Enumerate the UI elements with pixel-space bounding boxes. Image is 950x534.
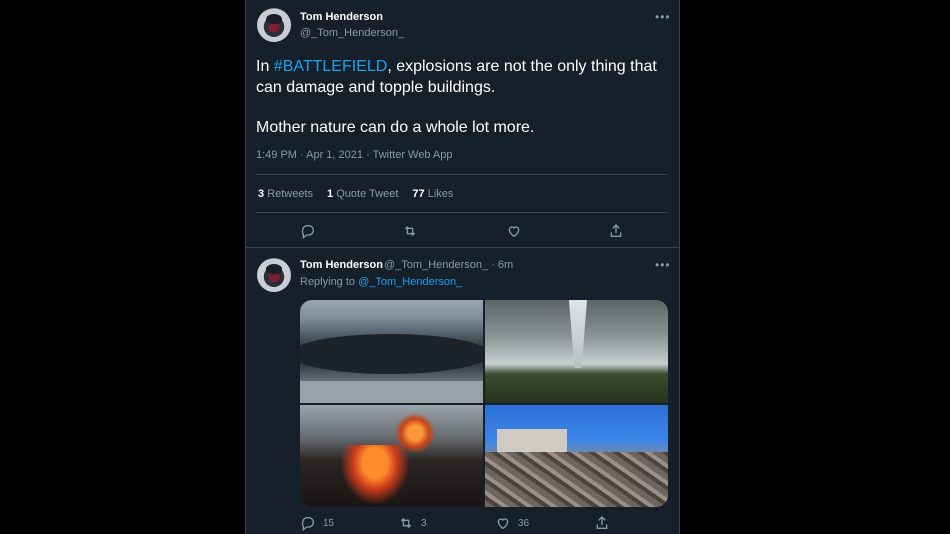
reply-time[interactable]: · 6m: [491, 259, 513, 271]
tweet-meta[interactable]: 1:49 PM · Apr 1, 2021 · Twitter Web App: [256, 149, 452, 161]
reply-author-avatar[interactable]: [257, 258, 291, 292]
replying-to-handle[interactable]: @_Tom_Henderson_: [358, 276, 462, 288]
media-grid: [300, 300, 668, 507]
retweet-icon[interactable]: [402, 223, 418, 239]
tsunami-image[interactable]: [300, 300, 483, 403]
volcano-image[interactable]: [300, 404, 483, 507]
reply-author-handle[interactable]: @_Tom_Henderson_ · 6m: [384, 259, 513, 271]
reply-share-icon[interactable]: [594, 515, 610, 531]
tornado-image[interactable]: [485, 300, 668, 403]
like-count: 36: [518, 518, 530, 529]
reply-retweet-icon[interactable]: [398, 515, 414, 531]
author-avatar[interactable]: [257, 8, 291, 42]
reply-like-icon[interactable]: [495, 515, 511, 531]
reply-author-name[interactable]: Tom Henderson: [300, 259, 383, 271]
like-icon[interactable]: [506, 223, 522, 239]
author-name[interactable]: Tom Henderson: [300, 11, 383, 23]
tweet-stats: 3 Retweets 1 Quote Tweet 77 Likes: [258, 188, 453, 200]
more-options-icon[interactable]: •••: [655, 10, 671, 24]
reply-icon[interactable]: [300, 223, 316, 239]
quote-tweets-stat[interactable]: 1 Quote Tweet: [327, 188, 398, 200]
ruins-image[interactable]: [485, 404, 668, 507]
reply-more-options-icon[interactable]: •••: [655, 258, 671, 272]
hashtag-link[interactable]: #BATTLEFIELD: [274, 58, 388, 75]
author-handle[interactable]: @_Tom_Henderson_: [300, 27, 404, 39]
retweets-stat[interactable]: 3 Retweets: [258, 188, 313, 200]
tweet-separator: [246, 247, 679, 248]
tweet-text-line2: Mother nature can do a whole lot more.: [256, 119, 535, 136]
share-icon[interactable]: [608, 223, 624, 239]
reply-count: 15: [323, 518, 335, 529]
retweet-count: 3: [421, 518, 427, 529]
reply-reply-icon[interactable]: [300, 515, 316, 531]
replying-to: Replying to @_Tom_Henderson_: [300, 276, 463, 288]
divider: [256, 174, 668, 175]
tweet-text-prefix: In: [256, 58, 274, 75]
tweet-text: In #BATTLEFIELD, explosions are not the …: [256, 56, 676, 98]
likes-stat[interactable]: 77 Likes: [412, 188, 453, 200]
divider: [256, 212, 668, 213]
